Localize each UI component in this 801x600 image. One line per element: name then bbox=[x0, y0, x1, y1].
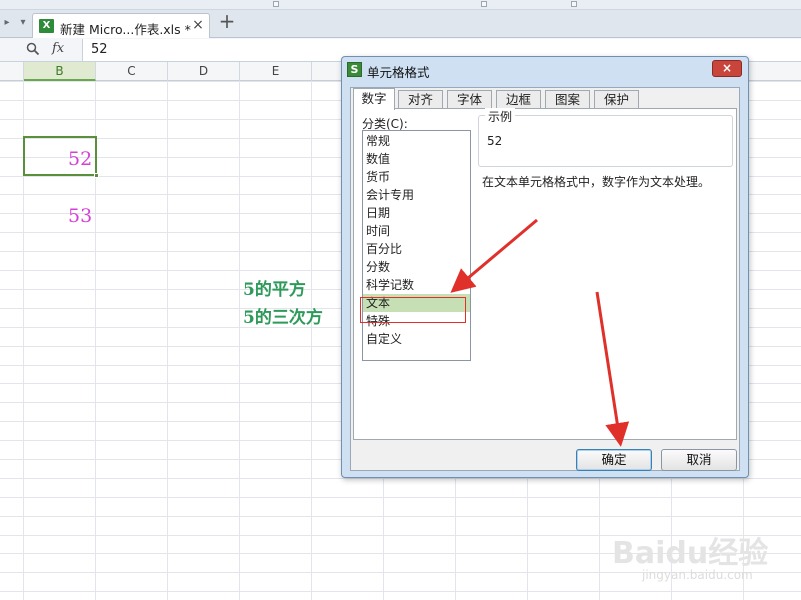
watermark-brand: Baidu经验 bbox=[612, 536, 769, 571]
tab-label: 新建 Micro...作表.xls * bbox=[60, 22, 191, 37]
watermark: Baidu经验 jingyan.baidu.com bbox=[612, 518, 792, 588]
category-item[interactable]: 常规 bbox=[363, 132, 470, 150]
category-item[interactable]: 会计专用 bbox=[363, 186, 470, 204]
spreadsheet-window: ▸ ▾ X 新建 Micro...作表.xls * × + fx 52 B C … bbox=[0, 0, 801, 600]
app-logo-icon: S bbox=[347, 62, 362, 77]
dialog-body: 数字 对齐 字体 边框 图案 保护 分类(C): 常规 数值 货币 会计专用 日期 时间百… bbox=[350, 87, 740, 471]
column-header-d[interactable]: D bbox=[168, 62, 240, 81]
column-header-b[interactable]: B bbox=[24, 62, 96, 81]
grid-column-line bbox=[311, 81, 312, 600]
resize-icon bbox=[273, 1, 279, 7]
resize-icon bbox=[481, 1, 487, 7]
zoom-icon[interactable] bbox=[26, 42, 40, 56]
chevron-right-icon[interactable]: ▸ bbox=[0, 16, 14, 30]
tab-border[interactable]: 边框 bbox=[496, 90, 541, 109]
cell-b-value[interactable]: 52 bbox=[68, 148, 92, 170]
format-cells-dialog: S 单元格格式 × 数字 对齐 字体 边框 图案 保护 分类(C): 常规 数值货… bbox=[341, 56, 749, 478]
tab-bar: ▸ ▾ X 新建 Micro...作表.xls * × + bbox=[0, 10, 801, 38]
cell-note[interactable]: 5的平方 bbox=[243, 275, 306, 300]
tab-protection[interactable]: 保护 bbox=[594, 90, 639, 109]
tab-alignment[interactable]: 对齐 bbox=[398, 90, 443, 109]
highlight-box bbox=[360, 297, 466, 323]
category-item[interactable]: 分数 bbox=[363, 258, 470, 276]
close-icon[interactable]: × bbox=[191, 18, 205, 32]
grid-row-line bbox=[0, 478, 801, 479]
row-header-corner[interactable] bbox=[0, 62, 24, 81]
close-button[interactable]: × bbox=[712, 60, 742, 77]
resize-icon bbox=[571, 1, 577, 7]
add-tab-button[interactable]: + bbox=[217, 11, 237, 31]
ok-button[interactable]: 确定 bbox=[576, 449, 652, 471]
tab-pattern[interactable]: 图案 bbox=[545, 90, 590, 109]
fill-handle[interactable] bbox=[94, 173, 99, 178]
top-strip bbox=[0, 0, 801, 10]
category-item[interactable]: 自定义 bbox=[363, 330, 470, 348]
sample-label: 示例 bbox=[485, 108, 516, 125]
cell-b-value[interactable]: 53 bbox=[68, 205, 92, 227]
chevron-down-icon[interactable]: ▾ bbox=[16, 16, 30, 30]
grid-row-line bbox=[0, 497, 801, 498]
category-item[interactable]: 货币 bbox=[363, 168, 470, 186]
category-item[interactable]: 科学记数 bbox=[363, 276, 470, 294]
dialog-title: 单元格格式 bbox=[367, 65, 430, 80]
cancel-button[interactable]: 取消 bbox=[661, 449, 737, 471]
category-item[interactable]: 百分比 bbox=[363, 240, 470, 258]
grid-row-line bbox=[0, 516, 801, 517]
grid-column-line bbox=[167, 81, 168, 600]
fx-icon[interactable]: fx bbox=[52, 41, 64, 56]
cell-note[interactable]: 5的三次方 bbox=[243, 303, 323, 328]
tab-font[interactable]: 字体 bbox=[447, 90, 492, 109]
number-tab-panel: 分类(C): 常规 数值 货币 会计专用 日期 时间 百分比 分数 科学记数 文本 特殊 自定义 示例… bbox=[353, 108, 737, 440]
category-item[interactable]: 时间 bbox=[363, 222, 470, 240]
watermark-url: jingyan.baidu.com bbox=[642, 568, 753, 582]
workbook-tab[interactable]: X 新建 Micro...作表.xls * × bbox=[32, 13, 210, 38]
format-description: 在文本单元格格式中，数字作为文本处理。 bbox=[482, 175, 711, 189]
category-item[interactable]: 日期 bbox=[363, 204, 470, 222]
grid-column-line bbox=[239, 81, 240, 600]
sample-value: 52 bbox=[487, 134, 503, 148]
sample-group: 示例 52 bbox=[478, 108, 733, 167]
column-header-c[interactable]: C bbox=[96, 62, 168, 81]
column-header-e[interactable]: E bbox=[240, 62, 312, 81]
category-item[interactable]: 数值 bbox=[363, 150, 470, 168]
category-list[interactable]: 常规 数值 货币 会计专用 日期 时间 百分比 分数 科学记数 文本 特殊 自定义 bbox=[362, 130, 471, 361]
excel-file-icon: X bbox=[39, 19, 54, 33]
grid-row-line bbox=[0, 591, 801, 592]
tab-number[interactable]: 数字 bbox=[353, 88, 395, 110]
